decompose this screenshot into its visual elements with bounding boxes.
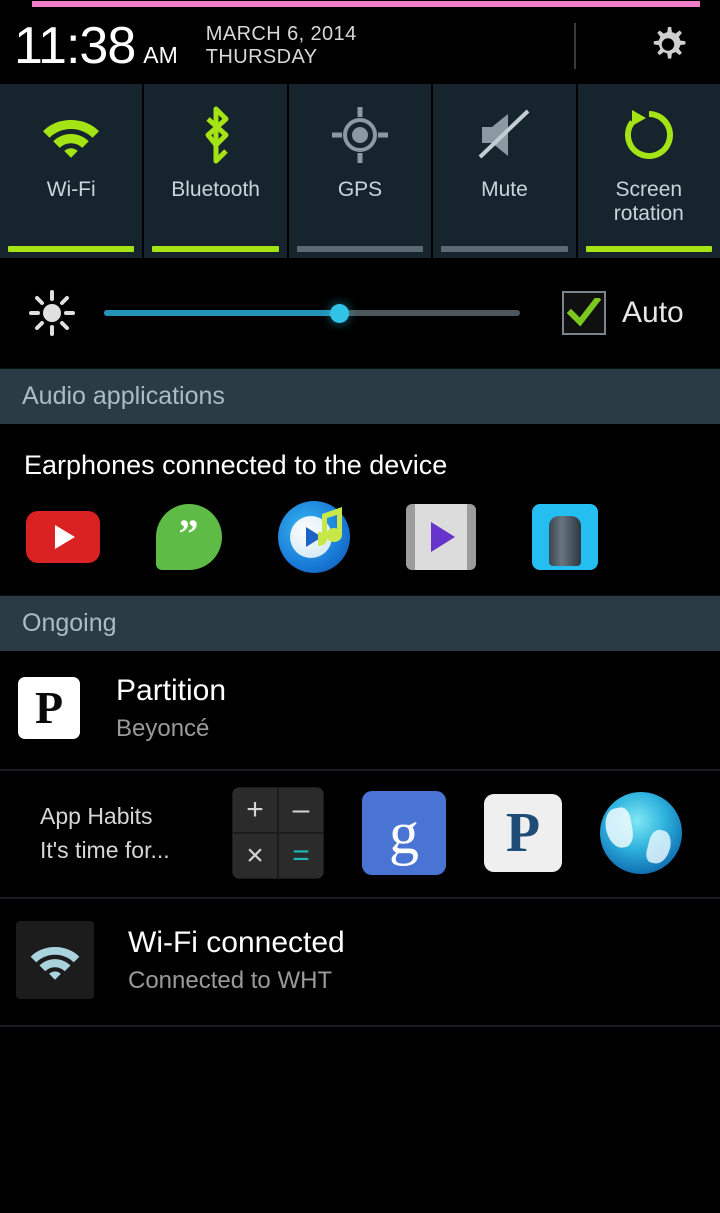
- rotation-label-line2: rotation: [613, 202, 684, 225]
- toggle-bluetooth-indicator: [152, 246, 279, 252]
- pandora-letter: P: [505, 802, 541, 864]
- clock-time: 11:38: [14, 16, 136, 75]
- toggle-bluetooth[interactable]: Bluetooth: [144, 84, 289, 258]
- media-notification[interactable]: P Partition Beyoncé: [0, 651, 720, 769]
- toggle-gps[interactable]: GPS: [289, 84, 434, 258]
- pandora-icon: P: [18, 677, 80, 739]
- video-player-icon[interactable]: [406, 504, 476, 570]
- pandora-icon[interactable]: P: [484, 794, 562, 872]
- toggle-screen-rotation-label: Screen rotation: [614, 178, 684, 226]
- audio-notification[interactable]: Earphones connected to the device ”: [0, 424, 720, 595]
- toggle-wifi-label: Wi-Fi: [46, 178, 96, 201]
- auto-label: Auto: [622, 296, 684, 329]
- toggle-gps-indicator: [296, 246, 424, 252]
- gear-icon: [653, 27, 686, 59]
- calc-key-times: ×: [232, 833, 278, 879]
- habits-title: App Habits: [40, 803, 153, 829]
- toggle-screen-rotation-indicator: [585, 246, 713, 252]
- internet-browser-icon[interactable]: [600, 792, 682, 874]
- brightness-slider[interactable]: [104, 298, 520, 328]
- notification-divider: [0, 1025, 720, 1027]
- app-habits-notification[interactable]: App Habits It's time for... + – × = g P: [0, 771, 720, 897]
- auto-checkbox[interactable]: [562, 291, 606, 335]
- habits-suggestion-list: + – × = g P: [232, 787, 682, 879]
- auto-brightness-toggle[interactable]: Auto: [562, 291, 684, 335]
- slider-knob[interactable]: [330, 304, 349, 323]
- google-search-icon[interactable]: g: [362, 791, 446, 875]
- section-header-audio: Audio applications: [0, 368, 720, 424]
- weekday-text: THURSDAY: [205, 45, 318, 68]
- toggle-mute-indicator: [441, 246, 568, 252]
- section-header-ongoing: Ongoing: [0, 595, 720, 651]
- voice-recorder-icon[interactable]: [532, 504, 598, 570]
- habits-subtitle: It's time for...: [40, 837, 170, 863]
- audio-section-title: Audio applications: [22, 382, 225, 410]
- pandora-letter: P: [34, 682, 64, 733]
- brightness-row: Auto: [0, 258, 720, 368]
- calculator-icon[interactable]: + – × =: [232, 787, 324, 879]
- music-player-icon[interactable]: [278, 501, 350, 573]
- calc-key-equals: =: [278, 833, 324, 879]
- calc-key-minus: –: [278, 787, 324, 833]
- rotation-label-line1: Screen: [615, 178, 683, 201]
- settings-button[interactable]: [642, 21, 694, 73]
- date-text: MARCH 6, 2014: [205, 23, 357, 46]
- clock-ampm: AM: [143, 41, 178, 68]
- toggle-mute-label: Mute: [481, 178, 528, 201]
- hangouts-icon[interactable]: ”: [156, 504, 222, 570]
- wifi-status-icon: [16, 921, 94, 999]
- slider-fill: [104, 310, 340, 316]
- toggle-wifi[interactable]: Wi-Fi: [0, 84, 145, 258]
- wifi-notification[interactable]: Wi-Fi connected Connected to WHT: [0, 899, 720, 1025]
- quick-settings-row: Wi-Fi Bluetooth GPS Mute Screen rotation: [0, 84, 720, 258]
- calc-key-plus: +: [232, 787, 278, 833]
- earphones-message: Earphones connected to the device: [24, 450, 448, 480]
- toggle-wifi-indicator: [8, 246, 135, 252]
- audio-app-list: ”: [0, 481, 720, 595]
- check-icon: [567, 298, 601, 327]
- media-title: Partition: [116, 674, 227, 707]
- google-letter: g: [389, 800, 419, 866]
- notification-shade: 11:38 AM MARCH 6, 2014 THURSDAY Wi-Fi Bl…: [0, 0, 720, 1213]
- toggle-bluetooth-label: Bluetooth: [171, 178, 260, 201]
- youtube-icon[interactable]: [26, 511, 100, 563]
- header-divider: [574, 23, 576, 69]
- wifi-title: Wi-Fi connected: [128, 926, 345, 959]
- bluetooth-icon: [193, 104, 239, 166]
- status-header: 11:38 AM MARCH 6, 2014 THURSDAY: [0, 7, 720, 84]
- ongoing-section-title: Ongoing: [22, 609, 117, 637]
- toggle-screen-rotation[interactable]: Screen rotation: [578, 84, 720, 258]
- empty-shade-area: [0, 1030, 720, 1213]
- clock: 11:38 AM: [0, 20, 178, 72]
- toggle-mute[interactable]: Mute: [433, 84, 578, 258]
- brightness-icon: [0, 290, 104, 336]
- toggle-gps-label: GPS: [337, 178, 383, 201]
- mute-icon: [472, 104, 536, 166]
- music-note-icon: [318, 507, 342, 546]
- date-block: MARCH 6, 2014 THURSDAY: [206, 23, 357, 68]
- wifi-icon: [39, 104, 103, 166]
- media-artist: Beyoncé: [116, 715, 210, 742]
- screen-rotation-icon: [620, 104, 678, 166]
- wifi-subtitle: Connected to WHT: [128, 967, 333, 994]
- gps-icon: [330, 104, 390, 166]
